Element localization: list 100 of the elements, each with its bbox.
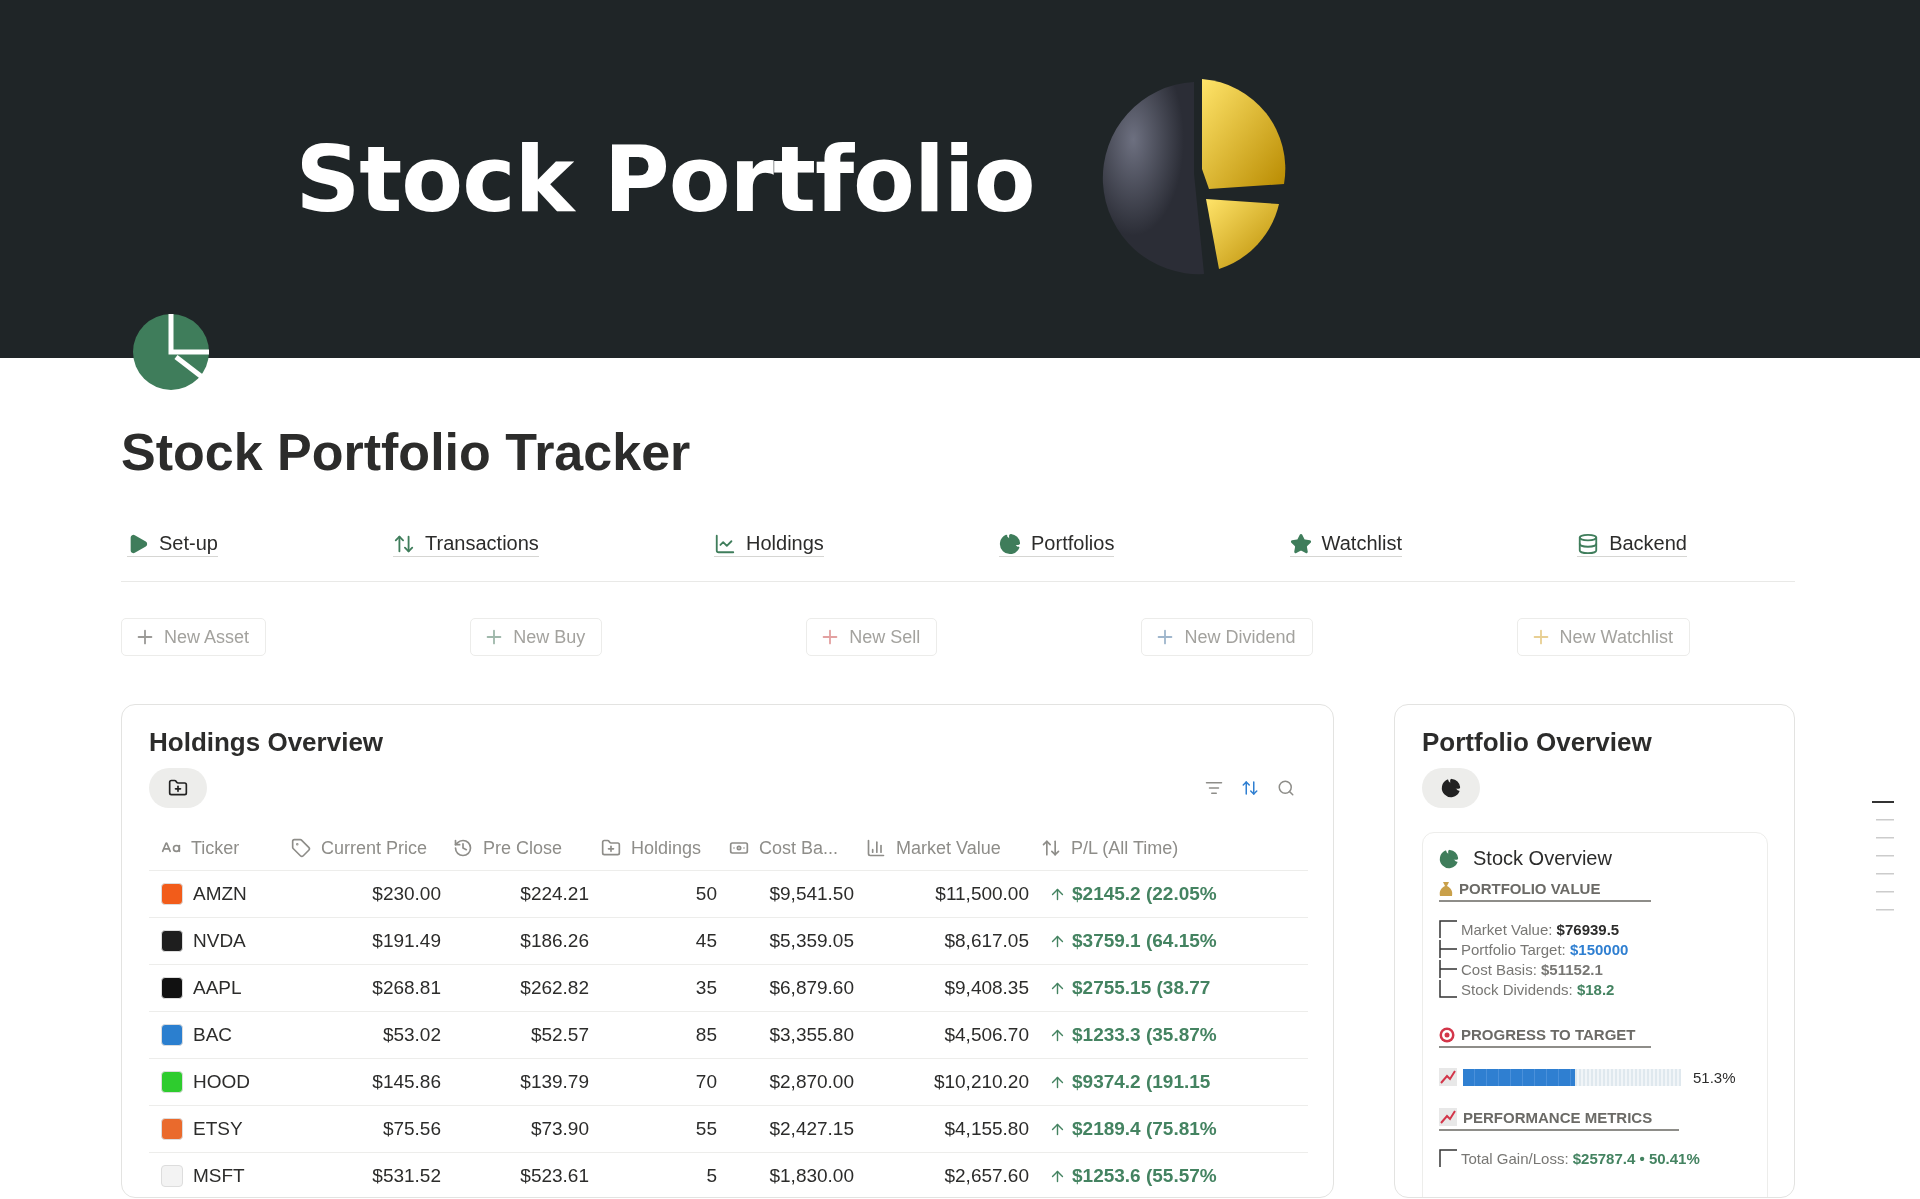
column-header[interactable]: Holdings [589,826,717,871]
target-icon [1439,1026,1455,1043]
table-cell: $145.86 [279,1059,441,1106]
chart-increasing-icon [1439,1108,1457,1126]
table-cell: 5 [589,1153,717,1197]
new-item-button[interactable]: New Asset [121,618,267,656]
table-cell: 35 [589,965,717,1012]
table-cell: $75.56 [279,1106,441,1153]
filter-icon[interactable] [1205,779,1223,797]
table-cell: $268.81 [279,965,441,1012]
table-cell: $5,359.05 [717,918,854,965]
tree-branch-icon [1439,980,1457,998]
nav-link[interactable]: Set-up [127,532,218,557]
column-label: Cost Ba... [759,837,839,859]
column-label: Pre Close [483,837,563,859]
table-cell: $262.82 [441,965,589,1012]
table-cell: $531.52 [279,1153,441,1197]
search-icon[interactable] [1277,779,1295,797]
column-header[interactable]: Pre Close [441,826,589,871]
card-title: Holdings Overview [149,727,385,758]
table-cell: $11,500.00 [854,871,1029,918]
ticker-text: ETSY [193,1118,243,1140]
page-title: Stock Portfolio Tracker [121,422,692,482]
ticker-text: AAPL [193,977,242,999]
column-label: P/L (All Time) [1071,837,1179,859]
table-cell: $53.02 [279,1012,441,1059]
tree-branch-icon [1439,960,1457,978]
table-cell: $523.61 [441,1153,589,1197]
nav-link[interactable]: Transactions [393,532,539,557]
overview-title: Stock Overview [1473,847,1612,870]
banner-title: Stock Portfolio [295,126,1035,232]
new-item-button[interactable]: New Dividend [1141,618,1313,656]
table-cell: $10,210.20 [854,1059,1029,1106]
value-line: Total Gain/Loss: $25787.4 • 50.41% [1461,1149,1700,1167]
pie-button[interactable] [1422,768,1480,808]
table-cell: 45 [589,918,717,965]
money-bag-icon [1439,880,1453,897]
profit-loss-text: $2145.2 (22.05% [1072,883,1217,905]
table-cell: $230.00 [279,871,441,918]
new-item-button[interactable]: New Watchlist [1516,618,1690,656]
table-cell: $8,617.05 [854,918,1029,965]
profit-loss-text: $3759.1 (64.15% [1072,930,1217,952]
nav-link[interactable]: Backend [1577,532,1687,557]
table-cell: $224.21 [441,871,589,918]
table-cell: $186.26 [441,918,589,965]
table-cell: $4,155.80 [854,1106,1029,1153]
profit-loss-text: $1233.3 (35.87% [1072,1024,1217,1046]
ticker-text: MSFT [193,1165,245,1187]
progress-reading: 51.3% [1693,1068,1736,1086]
table-cell: $9,541.50 [717,871,854,918]
ticker-text: HOOD [193,1071,250,1093]
column-label: Holdings [631,837,702,859]
star-icon [1289,532,1312,555]
profit-loss-text: $2189.4 (75.81% [1072,1118,1217,1140]
line-chart-icon [714,532,737,555]
table-cell: 55 [589,1106,717,1153]
column-header[interactable]: P/L (All Time) [1029,826,1308,871]
table-cell: $3,355.80 [717,1012,854,1059]
tree-branch-icon [1439,940,1457,958]
column-header[interactable]: Current Price [279,826,441,871]
table-cell: $9,408.35 [854,965,1029,1012]
nav-link[interactable]: Portfolios [999,532,1115,557]
database-icon [1577,532,1600,555]
pie-icon [999,532,1022,555]
sort-icon[interactable] [1241,779,1259,797]
value-line: Cost Basis: $51152.1 [1461,960,1603,978]
card-title: Portfolio Overview [1422,727,1653,758]
page-pie-icon [132,313,210,391]
profit-loss-text: $2755.15 (38.77 [1072,977,1211,999]
value-line: Market Value: $76939.5 [1461,920,1620,938]
section-heading: PERFORMANCE METRICS [1439,1108,1679,1131]
tree-branch-icon [1439,1149,1457,1167]
table-cell: $2,427.15 [717,1106,854,1153]
table-cell: $191.49 [279,918,441,965]
column-type-icon [866,838,886,858]
table-cell: $2,870.00 [717,1059,854,1106]
new-item-button[interactable]: New Buy [470,618,603,656]
profit-loss-text: $9374.2 (191.15 [1072,1071,1211,1093]
column-header[interactable]: Ticker [149,826,279,871]
nav-link[interactable]: Holdings [714,532,824,557]
table-cell: $73.90 [441,1106,589,1153]
table-cell: $139.79 [441,1059,589,1106]
column-type-icon [291,838,311,858]
ticker-text: BAC [193,1024,233,1046]
column-label: Market Value [896,837,1001,859]
table-cell: $1,830.00 [717,1153,854,1197]
tree-branch-icon [1439,920,1457,938]
column-header[interactable]: Cost Ba... [717,826,854,871]
nav-link[interactable]: Watchlist [1289,532,1402,557]
column-label: Ticker [191,837,240,859]
column-type-icon [453,838,473,858]
section-heading: PORTFOLIO VALUE [1439,880,1651,902]
ticker-text: AMZN [193,883,247,905]
chart-increasing-icon [1439,1068,1457,1086]
column-header[interactable]: Market Value [854,826,1029,871]
new-item-button[interactable]: New Sell [806,618,938,656]
folder-plus-icon [168,778,188,798]
folder-button[interactable] [149,768,207,808]
table-cell: 50 [589,871,717,918]
column-type-icon [1041,838,1061,858]
